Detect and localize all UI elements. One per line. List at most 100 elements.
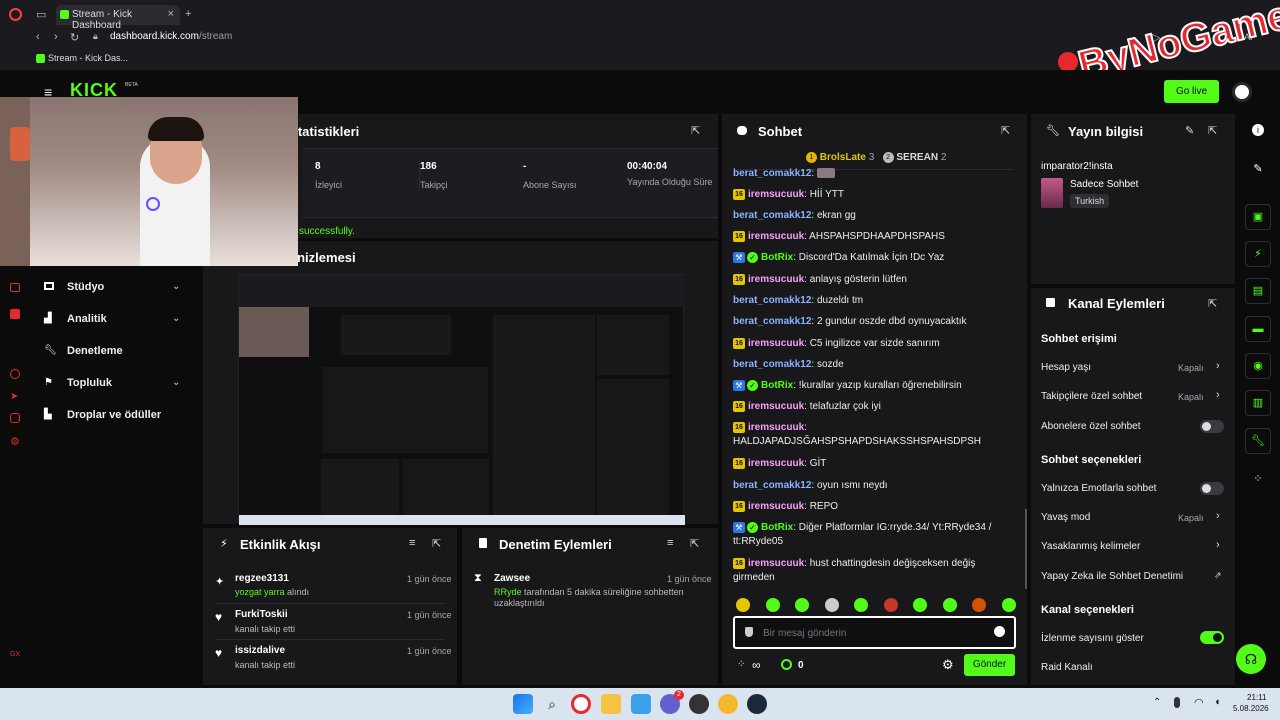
chat-username[interactable]: BotRix	[761, 522, 793, 533]
chat-username[interactable]: berat_comakk12	[733, 210, 811, 221]
slow-mode-value[interactable]: Kapalı	[1178, 513, 1204, 523]
rail-broadcast-button[interactable]: ◉	[1245, 353, 1271, 379]
go-live-button[interactable]: Go live	[1164, 80, 1219, 103]
kick-points-icon[interactable]	[781, 659, 792, 670]
profile-avatar[interactable]	[1232, 82, 1252, 102]
chevron-right-icon[interactable]: ›	[1216, 360, 1220, 372]
sidebar-item-analytics[interactable]: Analitik	[67, 313, 107, 325]
shield-icon[interactable]	[745, 627, 753, 637]
mic-icon[interactable]	[1174, 697, 1180, 708]
chat-username[interactable]: berat_comakk12	[733, 295, 811, 306]
bookmark-stream[interactable]: Stream - Kick Das...	[48, 53, 128, 63]
tray-chevron-icon[interactable]: ⌃	[1153, 697, 1161, 708]
account-age-value[interactable]: Kapalı	[1178, 363, 1204, 373]
activity-user[interactable]: regzee3131	[235, 573, 289, 584]
chat-username[interactable]: berat_comakk12	[733, 316, 811, 327]
row-ai-moderation[interactable]: Yapay Zeka ile Sohbet Denetimi	[1041, 571, 1183, 582]
chat-username[interactable]: BotRix	[761, 380, 793, 391]
chevron-down-icon[interactable]: ⌄	[172, 281, 180, 292]
emote-icon[interactable]	[1001, 598, 1016, 612]
activity-user[interactable]: issizdalive	[235, 645, 285, 656]
forward-icon[interactable]: ›	[54, 31, 58, 43]
sidebar-item-drops[interactable]: Droplar ve ödüller	[67, 409, 161, 421]
sidebar-item-moderation[interactable]: Denetleme	[67, 345, 123, 357]
rail-chat-button[interactable]: ▬	[1245, 316, 1271, 342]
new-tab-button[interactable]: +	[185, 8, 191, 20]
emote-icon[interactable]	[854, 598, 868, 612]
popout-icon[interactable]: ⇱	[1208, 297, 1217, 310]
filter-icon[interactable]: ≡	[667, 537, 673, 549]
emoji-icon[interactable]	[994, 626, 1005, 637]
search-icon[interactable]: ⌕	[542, 694, 562, 714]
edit-icon[interactable]: ✎	[1185, 124, 1194, 137]
volume-icon[interactable]: ◖	[1214, 696, 1221, 708]
chevron-right-icon[interactable]: ›	[1216, 389, 1220, 401]
app-icon[interactable]	[718, 694, 738, 714]
emote-icon[interactable]	[942, 598, 957, 612]
send-button[interactable]: Gönder	[964, 654, 1015, 676]
tab-manager-icon[interactable]: ▭	[36, 8, 46, 21]
url-field[interactable]: dashboard.kick.com/stream	[110, 31, 232, 42]
rail-stats-button[interactable]: ▣	[1245, 204, 1271, 230]
emote-icon[interactable]	[765, 598, 780, 612]
info-icon[interactable]: i	[1252, 124, 1264, 136]
row-followers-only[interactable]: Takipçilere özel sohbet	[1041, 391, 1142, 402]
explorer-icon[interactable]	[601, 694, 621, 714]
popout-icon[interactable]: ⇱	[691, 124, 700, 137]
rail-extensions-icon[interactable]	[10, 413, 20, 423]
opera-logo-icon[interactable]	[9, 8, 22, 21]
start-icon[interactable]	[513, 694, 533, 714]
users-icon[interactable]: ⁘	[737, 659, 745, 670]
emote-icon[interactable]	[795, 598, 809, 612]
category-name[interactable]: Sadece Sohbet	[1070, 179, 1138, 190]
row-raid-channel[interactable]: Raid Kanalı	[1041, 662, 1093, 673]
emote-only-toggle[interactable]	[1200, 482, 1224, 495]
chat-message-input[interactable]	[763, 625, 983, 641]
chat-settings-icon[interactable]: ⚙	[942, 657, 954, 673]
chevron-right-icon[interactable]: ›	[1216, 539, 1220, 551]
chat-username[interactable]: iremsucuuk	[748, 189, 804, 200]
popout-icon[interactable]: ⇱	[1208, 124, 1217, 137]
photos-icon[interactable]	[631, 694, 651, 714]
emote-icon[interactable]	[972, 598, 986, 612]
rail-channel-actions-button[interactable]: ▥	[1245, 390, 1271, 416]
emote-icon[interactable]	[913, 598, 927, 612]
show-viewcount-toggle[interactable]	[1200, 631, 1224, 644]
infinity-icon[interactable]: ∞	[752, 658, 761, 672]
chatgpt-icon[interactable]: 2	[660, 690, 684, 714]
back-icon[interactable]: ‹	[36, 31, 40, 43]
external-link-icon[interactable]: ⇗	[1214, 570, 1222, 581]
opera-taskbar-icon[interactable]	[571, 694, 591, 714]
rail-settings-button[interactable]: 🔧︎	[1245, 428, 1271, 454]
moderation-actor[interactable]: RRyde	[494, 587, 522, 597]
chat-username[interactable]: iremsucuuk	[748, 338, 804, 349]
steam-icon[interactable]	[747, 694, 767, 714]
rail-users-icon[interactable]: ⁘	[1250, 472, 1266, 488]
browser-tab-kick[interactable]: Stream - Kick Dashboard ×	[56, 5, 180, 31]
moderation-user[interactable]: Zawsee	[494, 573, 530, 584]
emote-icon[interactable]	[736, 598, 750, 612]
top-gifter-name[interactable]: SEREAN	[896, 152, 938, 163]
rail-moderation-button[interactable]: ▤	[1245, 278, 1271, 304]
followers-only-value[interactable]: Kapalı	[1178, 392, 1204, 402]
subscribers-only-toggle[interactable]	[1200, 420, 1224, 433]
edit-layout-icon[interactable]: ✎	[1250, 162, 1266, 178]
wifi-icon[interactable]: ◠	[1194, 696, 1204, 709]
rail-history-icon[interactable]	[10, 369, 20, 379]
row-account-age[interactable]: Hesap yaşı	[1041, 362, 1091, 373]
chat-username[interactable]: berat_comakk12	[733, 480, 811, 491]
chat-username[interactable]: berat_comakk12	[733, 359, 811, 370]
chat-username[interactable]: iremsucuuk	[748, 231, 804, 242]
chevron-down-icon[interactable]: ⌄	[172, 377, 180, 388]
chat-input-box[interactable]	[733, 616, 1016, 649]
clock-date[interactable]: 5.08.2026	[1233, 704, 1269, 713]
chat-username[interactable]: iremsucuuk	[748, 458, 804, 469]
chat-username[interactable]: iremsucuuk	[748, 422, 804, 433]
row-slow-mode[interactable]: Yavaş mod	[1041, 512, 1090, 523]
chat-username[interactable]: berat_comakk12	[733, 168, 811, 179]
chat-username[interactable]: iremsucuuk	[748, 274, 804, 285]
stream-preview-video[interactable]	[238, 274, 685, 525]
rail-settings-icon[interactable]: ⚙	[10, 435, 20, 448]
chat-username[interactable]: iremsucuuk	[748, 558, 804, 569]
chevron-right-icon[interactable]: ›	[1216, 510, 1220, 522]
